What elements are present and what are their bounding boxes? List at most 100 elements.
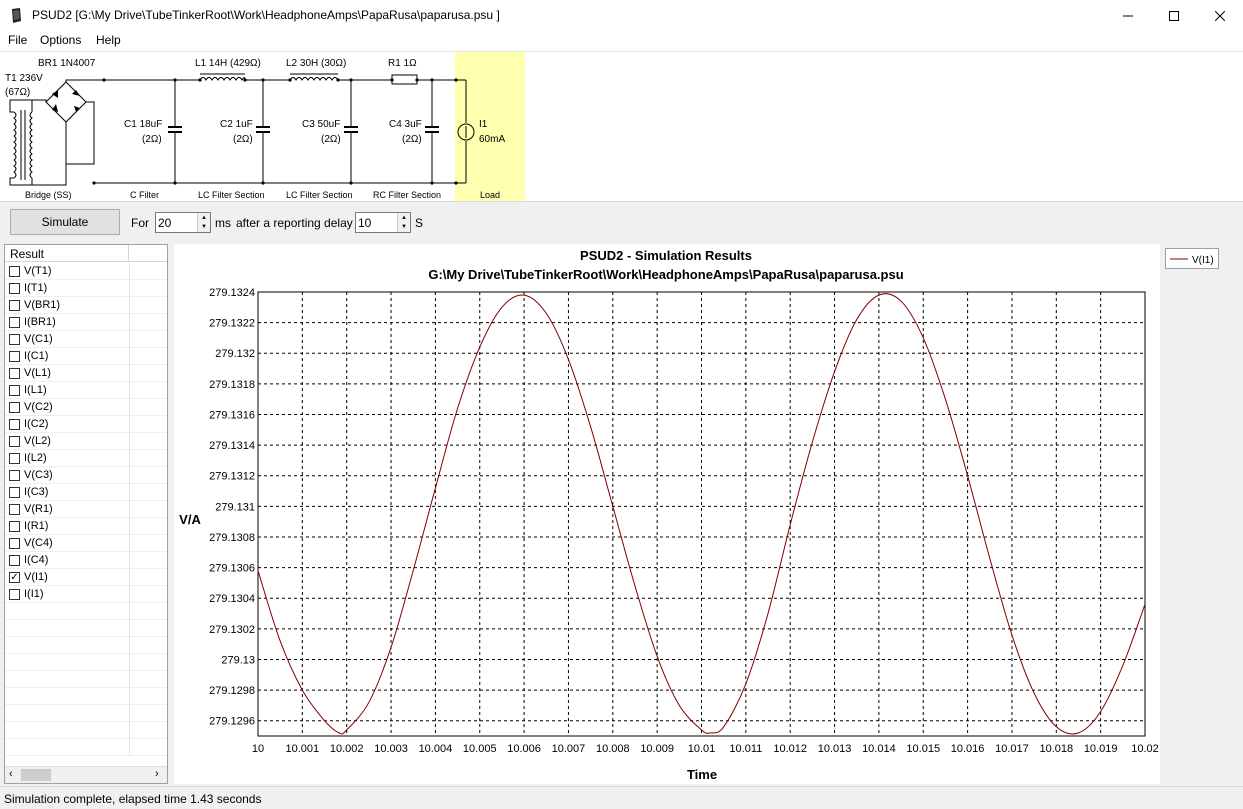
result-checkbox[interactable] xyxy=(9,283,20,294)
result-checkbox[interactable] xyxy=(9,385,20,396)
result-label: I(I1) xyxy=(24,588,44,600)
section-label-load: Load xyxy=(480,190,500,200)
delay-spin-arrows[interactable]: ▲ ▼ xyxy=(397,213,410,232)
result-checkbox[interactable] xyxy=(9,300,20,311)
inductor-l1[interactable]: L1 14H (429Ω) xyxy=(195,58,261,81)
result-checkbox[interactable] xyxy=(9,470,20,481)
result-row[interactable]: V(C1) xyxy=(5,331,167,348)
y-tick-label: 279.131 xyxy=(215,501,255,513)
result-label: V(T1) xyxy=(24,265,52,277)
transformer-t1[interactable]: T1 236V (67Ω) xyxy=(5,73,43,186)
scroll-thumb[interactable] xyxy=(21,769,51,781)
result-checkbox[interactable] xyxy=(9,351,20,362)
duration-spin-arrows[interactable]: ▲ ▼ xyxy=(197,213,210,232)
result-checkbox[interactable] xyxy=(9,266,20,277)
result-checkbox[interactable]: ✓ xyxy=(9,572,20,583)
menu-file[interactable]: File xyxy=(8,33,27,47)
result-row[interactable]: I(C1) xyxy=(5,348,167,365)
empty-row xyxy=(5,722,167,739)
result-row[interactable]: V(R1) xyxy=(5,501,167,518)
spin-up-icon[interactable]: ▲ xyxy=(198,213,210,222)
capacitor-c1[interactable]: C1 18uF (2Ω) xyxy=(124,80,182,183)
chart-subtitle: G:\My Drive\TubeTinkerRoot\Work\Headphon… xyxy=(428,267,903,282)
result-checkbox[interactable] xyxy=(9,436,20,447)
result-checkbox[interactable] xyxy=(9,317,20,328)
y-tick-label: 279.1306 xyxy=(209,563,255,575)
x-tick-label: 10.019 xyxy=(1084,743,1118,755)
result-row[interactable]: V(L2) xyxy=(5,433,167,450)
y-tick-label: 279.1302 xyxy=(209,624,255,636)
inductor-l2[interactable]: L2 30H (30Ω) xyxy=(286,58,346,81)
results-horizontal-scrollbar[interactable]: ‹ › xyxy=(5,766,167,783)
result-row[interactable]: I(C2) xyxy=(5,416,167,433)
scroll-right-icon[interactable]: › xyxy=(155,768,159,780)
c3-label: C3 50uF xyxy=(302,119,340,130)
result-checkbox[interactable] xyxy=(9,538,20,549)
x-tick-label: 10.013 xyxy=(818,743,852,755)
capacitor-c2[interactable]: C2 1uF (2Ω) xyxy=(220,80,270,183)
result-row[interactable]: I(C4) xyxy=(5,552,167,569)
scroll-left-icon[interactable]: ‹ xyxy=(9,768,13,780)
result-label: I(BR1) xyxy=(24,316,56,328)
x-tick-label: 10.008 xyxy=(596,743,630,755)
results-header[interactable]: Result xyxy=(5,245,167,262)
result-row[interactable]: V(T1) xyxy=(5,263,167,280)
result-label: I(L2) xyxy=(24,452,47,464)
result-checkbox[interactable] xyxy=(9,419,20,430)
circuit-schematic[interactable]: T1 236V (67Ω) BR1 1N4007 C1 18uF (2Ω) L1… xyxy=(0,51,1243,202)
chart-area[interactable]: PSUD2 - Simulation Results G:\My Drive\T… xyxy=(174,244,1160,784)
result-row[interactable]: ✓ V(I1) xyxy=(5,569,167,586)
results-header-label: Result xyxy=(5,245,129,262)
simulate-button[interactable]: Simulate xyxy=(10,209,120,235)
result-checkbox[interactable] xyxy=(9,334,20,345)
x-tick-label: 10.006 xyxy=(507,743,541,755)
result-row[interactable]: I(BR1) xyxy=(5,314,167,331)
result-checkbox[interactable] xyxy=(9,453,20,464)
result-checkbox[interactable] xyxy=(9,521,20,532)
minimize-button[interactable] xyxy=(1105,0,1151,31)
window-title: PSUD2 [G:\My Drive\TubeTinkerRoot\Work\H… xyxy=(32,8,500,22)
result-row[interactable]: V(L1) xyxy=(5,365,167,382)
i1-current: 60mA xyxy=(479,134,505,145)
x-axis-label: Time xyxy=(687,767,717,782)
spin-down-icon[interactable]: ▼ xyxy=(198,222,210,231)
duration-spinner[interactable]: 20 ▲ ▼ xyxy=(155,212,211,233)
c2-esr: (2Ω) xyxy=(233,134,253,145)
x-tick-label: 10.001 xyxy=(286,743,320,755)
spin-up-icon[interactable]: ▲ xyxy=(398,213,410,222)
result-row[interactable]: V(C3) xyxy=(5,467,167,484)
empty-row xyxy=(5,688,167,705)
spin-down-icon[interactable]: ▼ xyxy=(398,222,410,231)
y-tick-label: 279.1298 xyxy=(209,685,255,697)
section-label-c-filter: C Filter xyxy=(130,190,159,200)
result-row[interactable]: I(C3) xyxy=(5,484,167,501)
capacitor-c4[interactable]: C4 3uF (2Ω) xyxy=(389,80,439,183)
result-row[interactable]: V(C2) xyxy=(5,399,167,416)
y-tick-label: 279.1318 xyxy=(209,379,255,391)
x-tick-label: 10.012 xyxy=(773,743,807,755)
delay-spinner[interactable]: 10 ▲ ▼ xyxy=(355,212,411,233)
close-button[interactable] xyxy=(1197,0,1243,31)
result-checkbox[interactable] xyxy=(9,504,20,515)
result-row[interactable]: I(L2) xyxy=(5,450,167,467)
maximize-button[interactable] xyxy=(1151,0,1197,31)
c3-esr: (2Ω) xyxy=(321,134,341,145)
result-row[interactable]: V(BR1) xyxy=(5,297,167,314)
l1-label: L1 14H (429Ω) xyxy=(195,58,261,69)
menu-options[interactable]: Options xyxy=(40,33,81,47)
result-row[interactable]: I(T1) xyxy=(5,280,167,297)
result-row[interactable]: I(R1) xyxy=(5,518,167,535)
menu-help[interactable]: Help xyxy=(96,33,121,47)
result-checkbox[interactable] xyxy=(9,402,20,413)
c4-label: C4 3uF xyxy=(389,119,422,130)
result-row[interactable]: V(C4) xyxy=(5,535,167,552)
capacitor-c3[interactable]: C3 50uF (2Ω) xyxy=(302,80,358,183)
result-checkbox[interactable] xyxy=(9,589,20,600)
result-checkbox[interactable] xyxy=(9,555,20,566)
result-row[interactable]: I(I1) xyxy=(5,586,167,603)
result-checkbox[interactable] xyxy=(9,368,20,379)
result-row[interactable]: I(L1) xyxy=(5,382,167,399)
result-label: I(C1) xyxy=(24,350,49,362)
result-checkbox[interactable] xyxy=(9,487,20,498)
chart-title: PSUD2 - Simulation Results xyxy=(580,248,752,263)
